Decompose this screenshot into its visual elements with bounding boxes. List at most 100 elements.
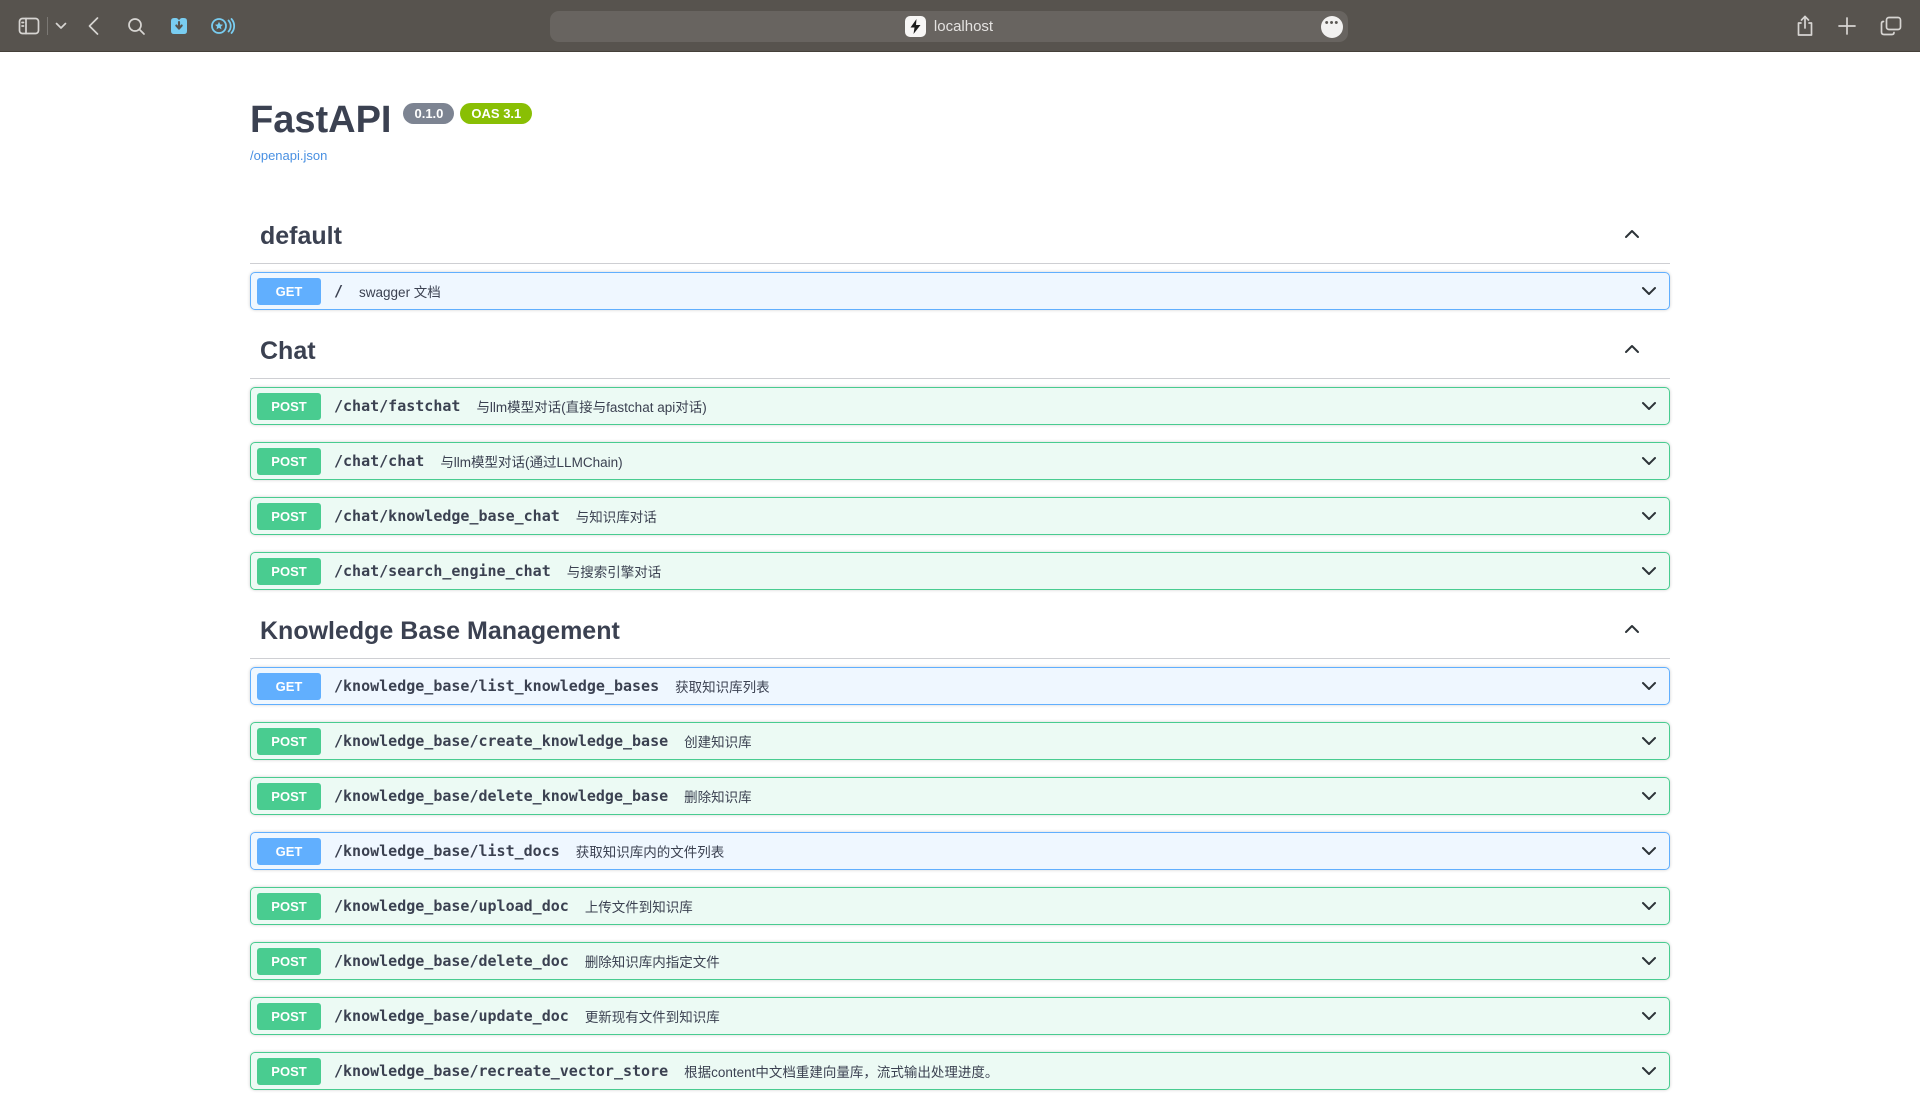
endpoint-path: /chat/fastchat (334, 397, 460, 415)
endpoint-description: swagger 文档 (359, 281, 441, 301)
endpoint-path: /knowledge_base/upload_doc (334, 897, 569, 915)
endpoint-row-knowledge_base-list_docs[interactable]: GET/knowledge_base/list_docs 获取知识库内的文件列表 (250, 832, 1670, 870)
collapse-section-icon[interactable] (1622, 339, 1642, 364)
http-method-badge: POST (257, 558, 321, 585)
endpoint-path: /chat/chat (334, 452, 424, 470)
http-method-badge: POST (257, 783, 321, 810)
http-method-badge: GET (257, 838, 321, 865)
endpoint-description: 获取知识库内的文件列表 (576, 841, 725, 861)
endpoint-path: /knowledge_base/delete_knowledge_base (334, 787, 668, 805)
section-title: Knowledge Base Management (260, 616, 620, 646)
oas-badge: OAS 3.1 (460, 103, 532, 124)
endpoint-description: 创建知识库 (684, 731, 752, 751)
api-sections: default GET / swagger 文档 Chat POST/chat/fa… (250, 221, 1670, 1090)
http-method-badge: POST (257, 1058, 321, 1085)
endpoint-description: 获取知识库列表 (675, 676, 770, 696)
api-section: default GET / swagger 文档 (250, 221, 1670, 310)
http-method-badge: POST (257, 728, 321, 755)
endpoint-row-knowledge_base-delete_doc[interactable]: POST/knowledge_base/delete_doc 删除知识库内指定文件 (250, 942, 1670, 980)
page-title: FastAPI (250, 98, 391, 142)
api-section: Knowledge Base Management GET/knowledge_… (250, 616, 1670, 1090)
endpoint-description: 删除知识库 (684, 786, 752, 806)
new-tab-icon[interactable] (1838, 17, 1856, 35)
section-header-knowledge-base-management[interactable]: Knowledge Base Management (250, 616, 1670, 659)
expand-endpoint-icon[interactable] (1639, 506, 1659, 526)
expand-endpoint-icon[interactable] (1639, 1006, 1659, 1026)
expand-endpoint-icon[interactable] (1639, 281, 1659, 301)
tab-overview-icon[interactable] (1880, 16, 1902, 36)
http-method-badge: GET (257, 278, 321, 305)
endpoint-description: 更新现有文件到知识库 (585, 1006, 720, 1026)
endpoint-row-chat-knowledge_base_chat[interactable]: POST/chat/knowledge_base_chat 与知识库对话 (250, 497, 1670, 535)
api-info: FastAPI 0.1.0 OAS 3.1 /openapi.json (250, 98, 1670, 165)
endpoint-description: 根据content中文档重建向量库，流式输出处理进度。 (684, 1061, 998, 1081)
expand-endpoint-icon[interactable] (1639, 951, 1659, 971)
endpoint-row-chat-fastchat[interactable]: POST/chat/fastchat 与llm模型对话(直接与fastchat a… (250, 387, 1670, 425)
section-title: default (260, 221, 342, 251)
endpoint-path: /chat/knowledge_base_chat (334, 507, 560, 525)
http-method-badge: POST (257, 448, 321, 475)
section-header-chat[interactable]: Chat (250, 336, 1670, 379)
endpoint-path: / (334, 282, 343, 300)
toolbar-divider (47, 17, 48, 35)
endpoint-row-knowledge_base-recreate_vector_store[interactable]: POST/knowledge_base/recreate_vector_stor… (250, 1052, 1670, 1090)
endpoint-description: 与llm模型对话(直接与fastchat api对话) (476, 396, 706, 416)
http-method-badge: POST (257, 503, 321, 530)
openapi-spec-link[interactable]: /openapi.json (250, 148, 327, 163)
expand-endpoint-icon[interactable] (1639, 731, 1659, 751)
endpoint-row-[interactable]: GET / swagger 文档 (250, 272, 1670, 310)
lightning-bolt-icon (905, 16, 926, 37)
endpoint-row-knowledge_base-list_knowledge_bases[interactable]: GET/knowledge_base/list_knowledge_bases 获… (250, 667, 1670, 705)
expand-endpoint-icon[interactable] (1639, 896, 1659, 916)
section-header-default[interactable]: default (250, 221, 1670, 264)
toolbar-right-group (1796, 0, 1902, 52)
sidebar-chevron-down-icon[interactable] (55, 22, 67, 30)
toolbar-left-group (18, 0, 236, 52)
address-bar[interactable]: localhost ••• (550, 11, 1348, 42)
expand-endpoint-icon[interactable] (1639, 1061, 1659, 1081)
expand-endpoint-icon[interactable] (1639, 841, 1659, 861)
endpoint-description: 与知识库对话 (576, 506, 657, 526)
collapse-section-icon[interactable] (1622, 224, 1642, 249)
sidebar-toggle-icon[interactable] (18, 17, 40, 35)
endpoint-row-knowledge_base-create_knowledge_base[interactable]: POST/knowledge_base/create_knowledge_bas… (250, 722, 1670, 760)
expand-endpoint-icon[interactable] (1639, 451, 1659, 471)
expand-endpoint-icon[interactable] (1639, 676, 1659, 696)
http-method-badge: GET (257, 673, 321, 700)
endpoint-path: /knowledge_base/update_doc (334, 1007, 569, 1025)
api-section: Chat POST/chat/fastchat 与llm模型对话(直接与fastc… (250, 336, 1670, 590)
section-title: Chat (260, 336, 316, 366)
back-icon[interactable] (87, 16, 100, 36)
endpoint-row-knowledge_base-delete_knowledge_base[interactable]: POST/knowledge_base/delete_knowledge_bas… (250, 777, 1670, 815)
endpoint-path: /knowledge_base/delete_doc (334, 952, 569, 970)
share-icon[interactable] (1796, 15, 1814, 37)
endpoint-description: 删除知识库内指定文件 (585, 951, 720, 971)
endpoint-row-knowledge_base-update_doc[interactable]: POST/knowledge_base/update_doc 更新现有文件到知识库 (250, 997, 1670, 1035)
expand-endpoint-icon[interactable] (1639, 786, 1659, 806)
endpoint-path: /knowledge_base/list_knowledge_bases (334, 677, 659, 695)
endpoint-description: 与搜索引擎对话 (567, 561, 662, 581)
http-method-badge: POST (257, 1003, 321, 1030)
collapse-section-icon[interactable] (1622, 619, 1642, 644)
extension-bookmark-icon[interactable] (168, 15, 190, 37)
endpoint-path: /knowledge_base/list_docs (334, 842, 560, 860)
url-host-text: localhost (934, 18, 993, 35)
endpoint-row-chat-search_engine_chat[interactable]: POST/chat/search_engine_chat 与搜索引擎对话 (250, 552, 1670, 590)
http-method-badge: POST (257, 393, 321, 420)
endpoint-row-knowledge_base-upload_doc[interactable]: POST/knowledge_base/upload_doc上传文件到知识库 (250, 887, 1670, 925)
endpoint-description: 与llm模型对话(通过LLMChain) (440, 451, 622, 471)
expand-endpoint-icon[interactable] (1639, 396, 1659, 416)
extension-badge-icon[interactable] (210, 15, 236, 37)
http-method-badge: POST (257, 893, 321, 920)
endpoint-row-chat-chat[interactable]: POST/chat/chat 与llm模型对话(通过LLMChain) (250, 442, 1670, 480)
http-method-badge: POST (257, 948, 321, 975)
page-settings-icon[interactable]: ••• (1321, 16, 1343, 38)
version-badge: 0.1.0 (403, 103, 454, 124)
page-content: FastAPI 0.1.0 OAS 3.1 /openapi.json defa… (0, 52, 1920, 1107)
expand-endpoint-icon[interactable] (1639, 561, 1659, 581)
endpoint-path: /knowledge_base/create_knowledge_base (334, 732, 668, 750)
endpoint-path: /knowledge_base/recreate_vector_store (334, 1062, 668, 1080)
search-icon[interactable] (127, 17, 146, 36)
browser-toolbar: localhost ••• (0, 0, 1920, 52)
endpoint-path: /chat/search_engine_chat (334, 562, 551, 580)
